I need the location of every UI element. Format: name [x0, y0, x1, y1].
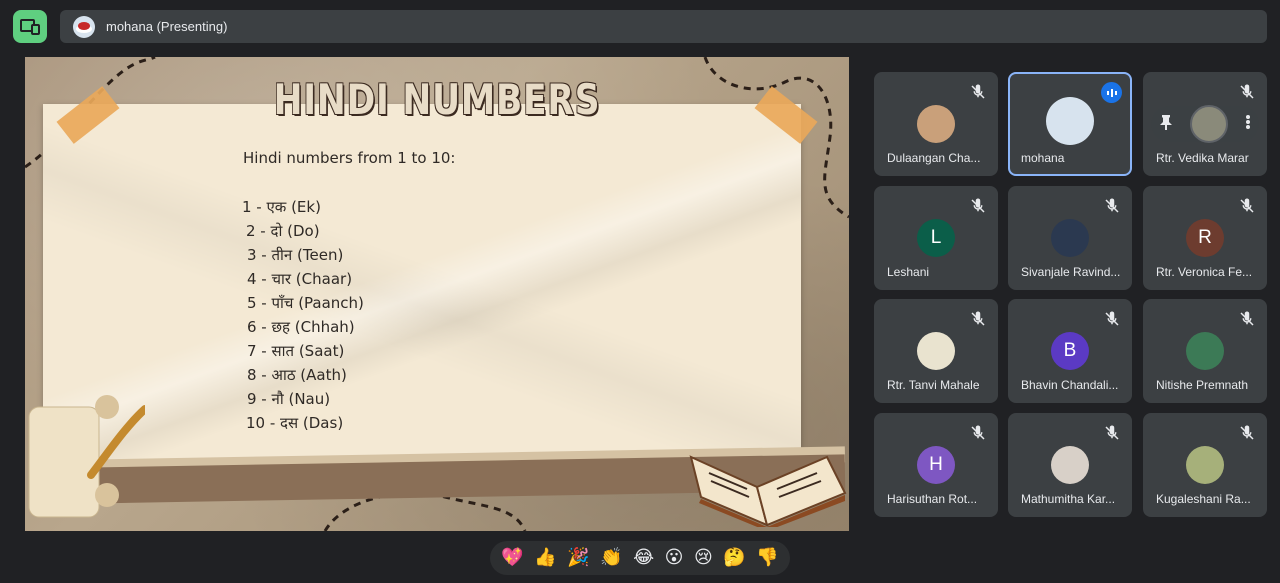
participant-avatar — [1051, 219, 1089, 257]
number-item: 8 - आठ (Aath) — [247, 366, 347, 384]
participant-avatar — [1186, 332, 1224, 370]
participant-name: Harisuthan Rot... — [887, 492, 978, 506]
number-item: 5 - पाँच (Paanch) — [247, 294, 364, 312]
numbers-list: 1 - एक (Ek) 2 - दो (Do) 3 - तीन (Teen) 4… — [242, 195, 364, 435]
participant-tile[interactable]: Dulaangan Cha... — [874, 72, 998, 176]
more-options-icon[interactable] — [1245, 114, 1251, 135]
participant-name: Bhavin Chandali... — [1021, 378, 1119, 392]
reaction-heart[interactable]: 💖 — [501, 548, 523, 568]
participant-name: Mathumitha Kar... — [1021, 492, 1116, 506]
participant-tile[interactable]: mohana — [1008, 72, 1132, 176]
participant-avatar: H — [917, 446, 955, 484]
pin-icon[interactable] — [1159, 114, 1173, 135]
number-item: 10 - दस (Das) — [246, 414, 344, 432]
presentation-banner: mohana (Presenting) — [60, 10, 1267, 43]
participant-avatar — [1186, 446, 1224, 484]
mic-muted-icon — [1103, 197, 1121, 215]
reaction-clap[interactable]: 👏 — [600, 548, 622, 568]
participant-name: Nitishe Premnath — [1156, 378, 1249, 392]
participant-tile[interactable]: R Rtr. Veronica Fe... — [1143, 186, 1267, 290]
reaction-party[interactable]: 🎉 — [567, 548, 589, 568]
mic-muted-icon — [969, 424, 987, 442]
participant-tile[interactable]: Rtr. Vedika Marar — [1143, 72, 1267, 176]
mic-muted-icon — [1103, 424, 1121, 442]
participant-tile[interactable]: B Bhavin Chandali... — [1008, 299, 1132, 403]
mic-muted-icon — [1238, 197, 1256, 215]
participant-name: mohana — [1021, 151, 1065, 165]
change-layout-button[interactable] — [13, 10, 47, 43]
participant-tile[interactable]: Nitishe Premnath — [1143, 299, 1267, 403]
reaction-thinking[interactable]: 🤔 — [723, 548, 745, 568]
participant-tile[interactable]: Mathumitha Kar... — [1008, 413, 1132, 517]
reaction-thumbs-up[interactable]: 👍 — [534, 548, 556, 568]
participant-avatar: B — [1051, 332, 1089, 370]
reaction-laugh[interactable]: 😂 — [633, 548, 654, 568]
presenter-name: mohana (Presenting) — [106, 19, 228, 34]
shared-screen: HINDI NUMBERS Hindi numbers from 1 to 10… — [25, 57, 849, 531]
participant-tile[interactable]: Sivanjale Ravind... — [1008, 186, 1132, 290]
layout-icon — [20, 18, 40, 35]
speaking-indicator-icon — [1101, 82, 1122, 103]
participant-avatar — [917, 105, 955, 143]
participant-name: Kugaleshani Ra... — [1156, 492, 1251, 506]
participant-tile[interactable]: L Leshani — [874, 186, 998, 290]
slide-intro: Hindi numbers from 1 to 10: — [243, 149, 456, 167]
scroll-quill-icon — [28, 395, 145, 518]
tile-hover-controls — [1151, 105, 1259, 143]
mic-muted-icon — [1238, 424, 1256, 442]
open-book-icon — [689, 455, 847, 527]
reaction-surprised[interactable]: 😮 — [665, 548, 684, 568]
reaction-thumbs-down[interactable]: 👎 — [756, 548, 778, 568]
mic-muted-icon — [969, 197, 987, 215]
number-item: 6 - छह (Chhah) — [247, 318, 355, 336]
reactions-bar: 💖 👍 🎉 👏 😂 😮 😢 🤔 👎 — [490, 541, 790, 575]
number-item: 1 - एक (Ek) — [242, 198, 321, 216]
number-item: 9 - नौ (Nau) — [247, 390, 331, 408]
participant-tile[interactable]: Kugaleshani Ra... — [1143, 413, 1267, 517]
participant-avatar: R — [1186, 219, 1224, 257]
reaction-sad[interactable]: 😢 — [694, 548, 713, 568]
presenter-avatar — [73, 15, 95, 38]
mic-muted-icon — [1238, 310, 1256, 328]
number-item: 3 - तीन (Teen) — [247, 246, 344, 264]
participant-avatar — [1051, 446, 1089, 484]
mic-muted-icon — [969, 310, 987, 328]
number-item: 2 - दो (Do) — [246, 222, 320, 240]
number-item: 7 - सात (Saat) — [247, 342, 345, 360]
participant-name: Rtr. Veronica Fe... — [1156, 265, 1253, 279]
participant-name: Leshani — [887, 265, 930, 279]
participant-name: Sivanjale Ravind... — [1021, 265, 1121, 279]
mic-muted-icon — [1103, 310, 1121, 328]
participant-avatar-thumb — [1190, 105, 1228, 143]
participant-name: Dulaangan Cha... — [887, 151, 981, 165]
mic-muted-icon — [969, 83, 987, 101]
participant-avatar — [1046, 97, 1094, 145]
slide-title: HINDI NUMBERS — [273, 75, 601, 124]
participant-name: Rtr. Tanvi Mahale — [887, 378, 980, 392]
number-item: 4 - चार (Chaar) — [247, 270, 353, 288]
participant-tile[interactable]: Rtr. Tanvi Mahale — [874, 299, 998, 403]
participant-avatar — [917, 332, 955, 370]
participant-avatar: L — [917, 219, 955, 257]
mic-muted-icon — [1238, 83, 1256, 101]
participant-tile[interactable]: H Harisuthan Rot... — [874, 413, 998, 517]
participant-name: Rtr. Vedika Marar — [1156, 151, 1249, 165]
